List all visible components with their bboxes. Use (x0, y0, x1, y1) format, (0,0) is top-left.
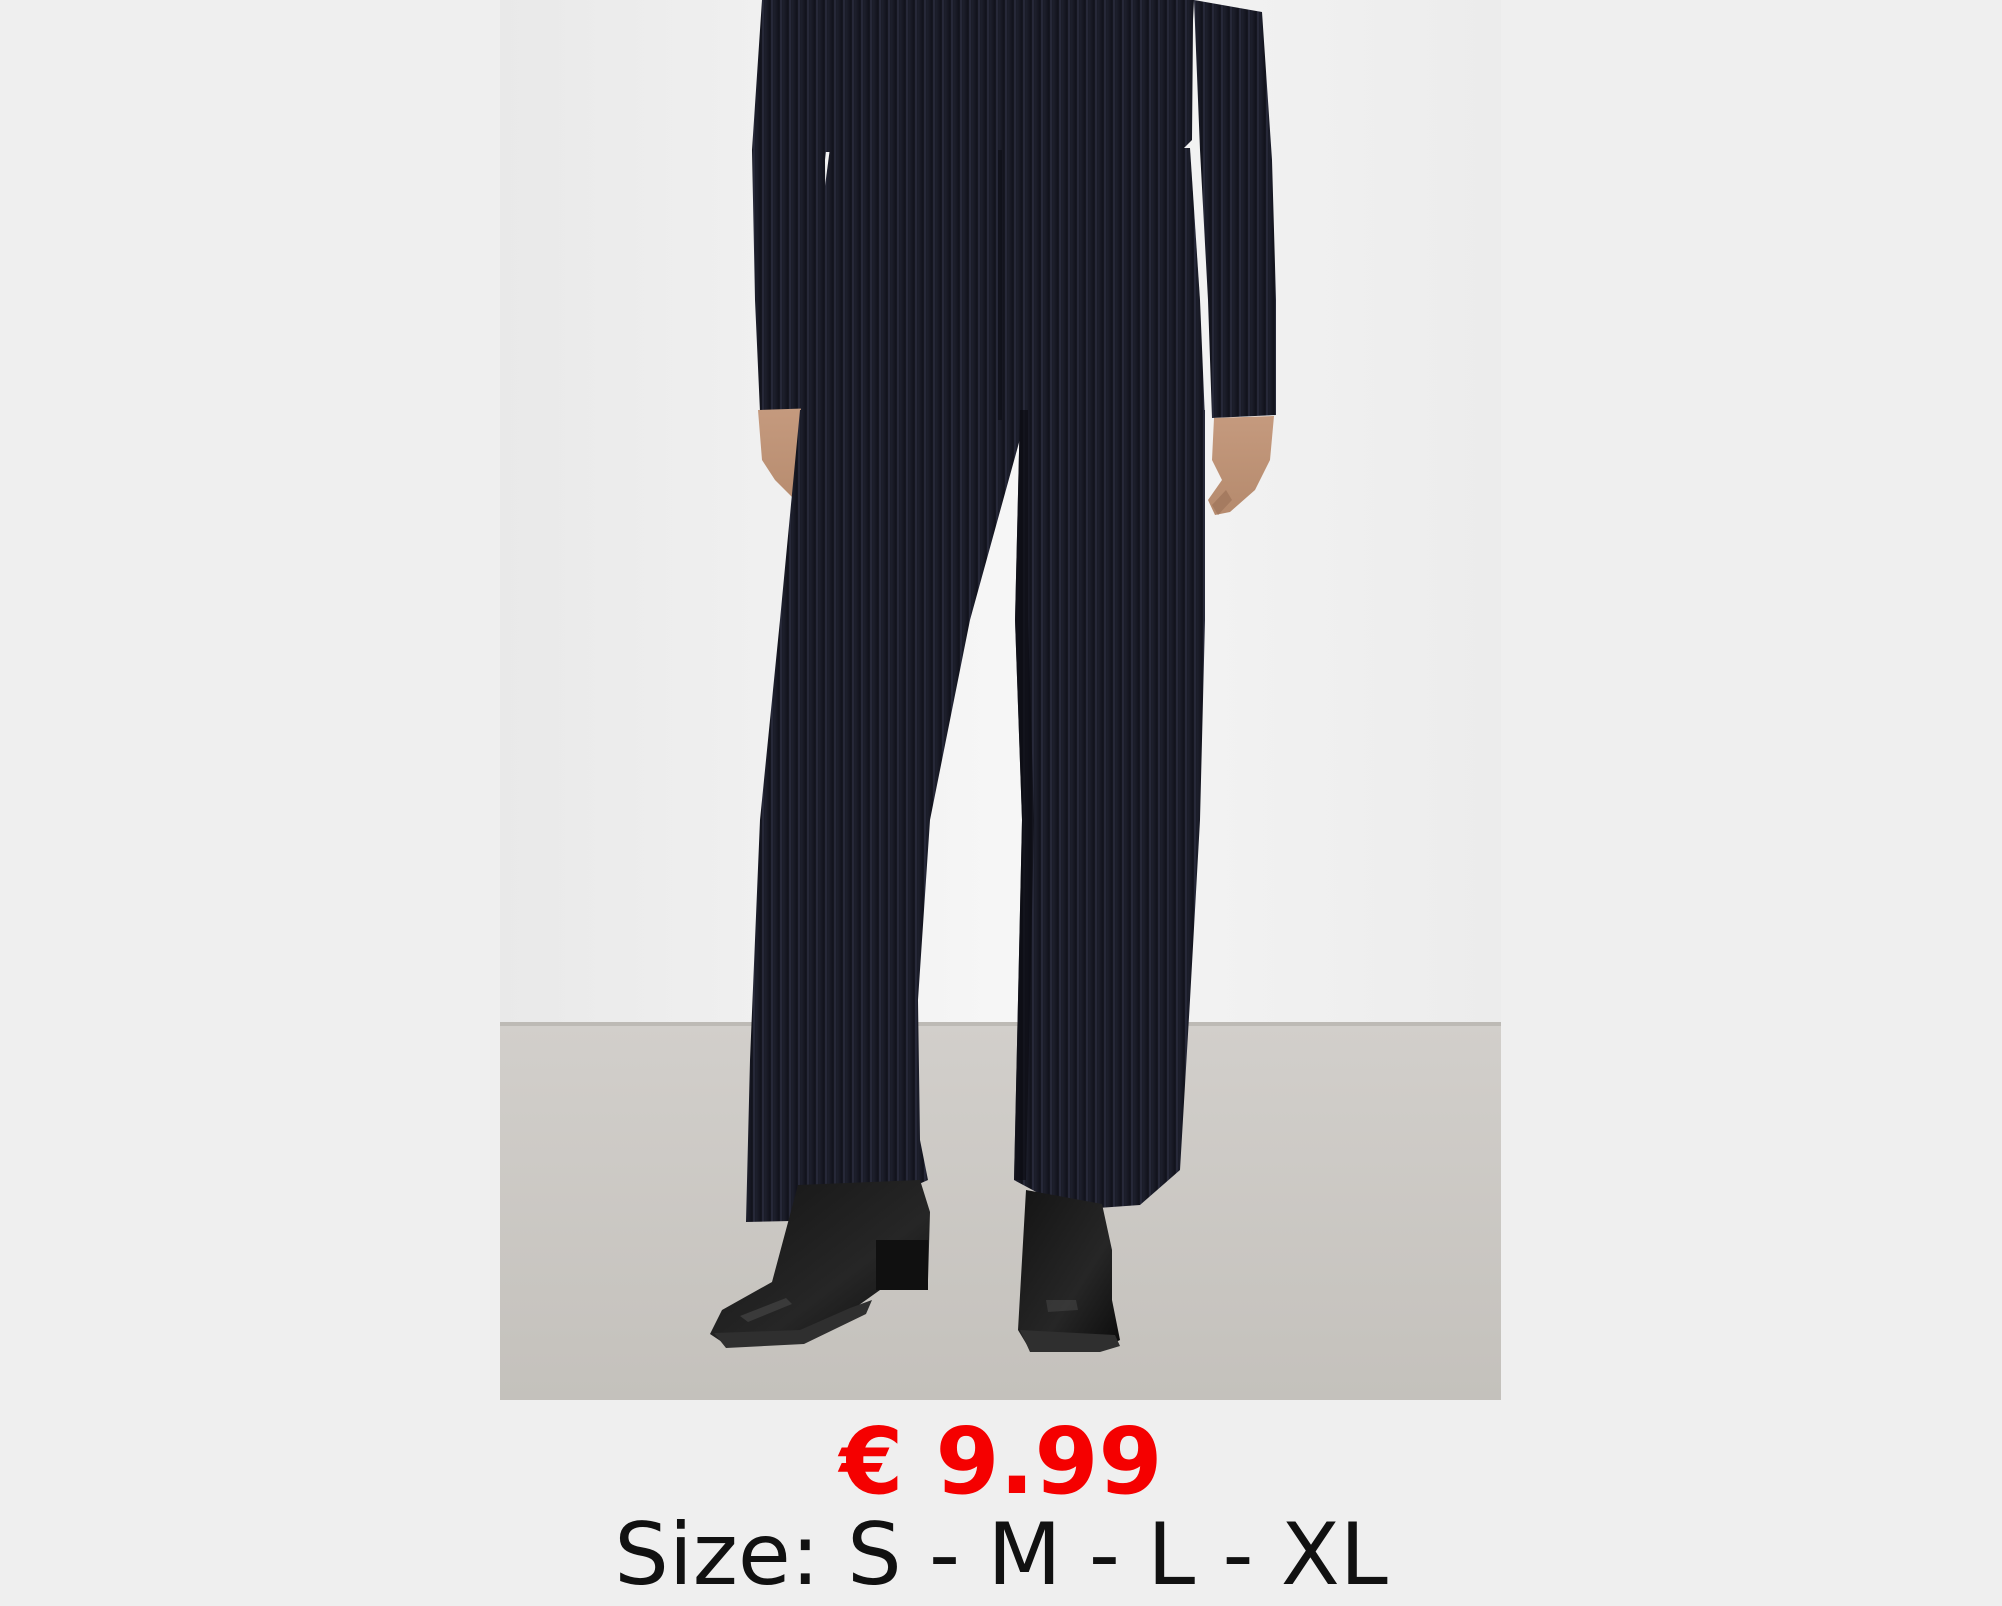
product-photo[interactable] (500, 0, 1501, 1400)
product-card[interactable]: € 9.99 Size: S - M - L - XL (0, 0, 2002, 1606)
price-label: € 9.99 (839, 1408, 1163, 1515)
size-options: Size: S - M - L - XL (614, 1505, 1388, 1605)
product-photo-illustration (500, 0, 1501, 1400)
